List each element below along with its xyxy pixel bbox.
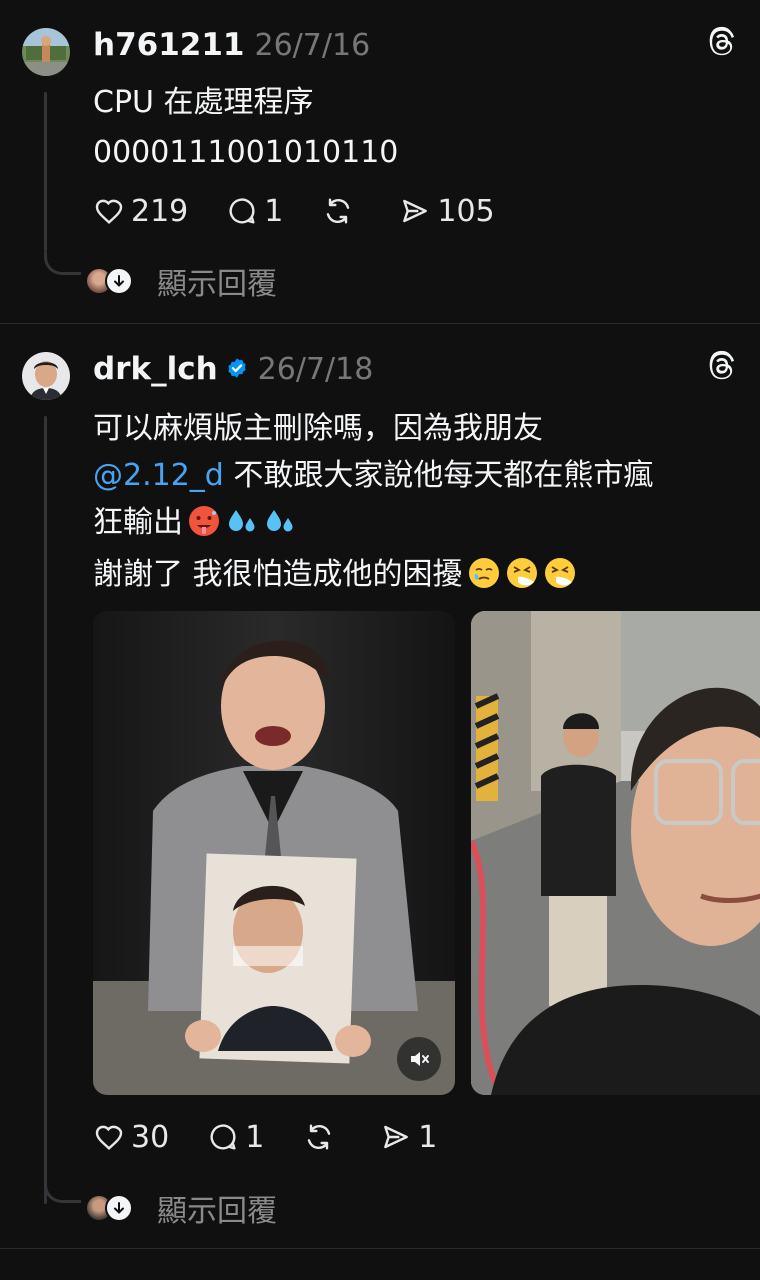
like-count: 219 bbox=[131, 193, 189, 229]
like-button[interactable]: 30 bbox=[93, 1120, 169, 1155]
verified-badge-icon bbox=[227, 357, 246, 378]
send-icon bbox=[403, 199, 428, 223]
post-date: 26/7/18 bbox=[257, 352, 374, 387]
reply-button[interactable]: 1 bbox=[226, 194, 283, 229]
sneezing-face-emoji-icon bbox=[506, 558, 537, 588]
action-bar: 219 1 105 bbox=[93, 191, 533, 231]
post-text-line: @2.12_d 不敢跟大家說他每天都在熊市瘋 bbox=[93, 451, 653, 500]
share-count: 1 bbox=[418, 1119, 438, 1155]
username[interactable]: drk_lch 26/7/18 bbox=[93, 351, 373, 387]
photo-thumbnail[interactable] bbox=[471, 611, 760, 1095]
post-text-line: 狂輸出 bbox=[93, 498, 297, 547]
repost-icon bbox=[327, 198, 350, 224]
reply-button[interactable]: 1 bbox=[207, 1120, 264, 1155]
post-text-line: 可以麻煩版主刪除嗎，因為我朋友 bbox=[93, 411, 543, 446]
show-replies-label[interactable]: 顯示回覆 bbox=[157, 1186, 277, 1230]
thread-curve bbox=[44, 252, 81, 275]
post-text-span: 謝謝了 我很怕造成他的困擾 bbox=[93, 557, 463, 592]
share-button[interactable]: 1 bbox=[380, 1120, 437, 1155]
muted-speaker-icon bbox=[411, 1052, 429, 1066]
reply-count: 1 bbox=[264, 193, 284, 229]
arrow-down-icon bbox=[105, 1194, 133, 1222]
repost-icon bbox=[308, 1124, 331, 1150]
threads-logo-icon[interactable] bbox=[706, 26, 738, 58]
post-text-span: 狂輸出 bbox=[93, 505, 183, 540]
post-text-line: 謝謝了 我很怕造成他的困擾 bbox=[93, 550, 577, 599]
username-text[interactable]: drk_lch bbox=[93, 351, 218, 387]
thread-line bbox=[44, 416, 47, 1204]
divider bbox=[0, 1248, 760, 1249]
show-replies-label[interactable]: 顯示回覆 bbox=[157, 259, 277, 303]
action-bar: 30 1 1 bbox=[93, 1117, 475, 1157]
post-drk-lch: drk_lch 26/7/18 可以麻煩版主刪除嗎，因為我朋友 @2.12_d 不… bbox=[0, 324, 760, 1248]
reply-count: 1 bbox=[245, 1119, 265, 1155]
repost-button[interactable] bbox=[302, 1121, 342, 1153]
post-text-span: 不敢跟大家說他每天都在熊市瘋 bbox=[223, 458, 654, 493]
like-button[interactable]: 219 bbox=[93, 194, 188, 229]
share-count: 105 bbox=[437, 193, 495, 229]
post-date: 26/7/16 bbox=[254, 28, 371, 63]
post-h761211: h761211 26/7/16 CPU 在處理程序 000011100101011… bbox=[0, 0, 760, 322]
face-holding-back-tears-emoji-icon bbox=[468, 558, 499, 588]
username-text[interactable]: h761211 bbox=[93, 27, 245, 63]
repost-button[interactable] bbox=[321, 195, 361, 227]
avatar[interactable] bbox=[22, 352, 70, 400]
sweat-droplets-emoji-icon bbox=[229, 510, 255, 532]
post-text-line: CPU 在處理程序 bbox=[93, 85, 314, 120]
avatar[interactable] bbox=[22, 28, 70, 76]
send-icon bbox=[384, 1125, 409, 1149]
mute-button[interactable] bbox=[397, 1037, 441, 1081]
video-thumbnail[interactable] bbox=[93, 611, 455, 1095]
thread-line bbox=[44, 92, 47, 252]
heart-icon bbox=[95, 199, 123, 224]
sneezing-face-emoji-icon bbox=[544, 558, 575, 588]
arrow-down-icon bbox=[105, 267, 133, 295]
like-count: 30 bbox=[131, 1119, 170, 1155]
sweat-droplets-emoji-icon bbox=[267, 510, 293, 532]
thread-curve bbox=[44, 1180, 81, 1203]
show-replies-button[interactable]: 顯示回覆 bbox=[85, 259, 277, 303]
threads-logo-icon[interactable] bbox=[706, 350, 738, 382]
mention-link[interactable]: @2.12_d bbox=[93, 458, 224, 493]
heart-icon bbox=[95, 1125, 123, 1150]
post-text-line: 0000111001010110 bbox=[93, 135, 399, 170]
share-button[interactable]: 105 bbox=[399, 193, 495, 229]
username[interactable]: h761211 26/7/16 bbox=[93, 27, 370, 63]
hot-face-emoji-icon bbox=[189, 506, 219, 536]
show-replies-button[interactable]: 顯示回覆 bbox=[85, 1186, 277, 1230]
comment-icon bbox=[210, 1124, 236, 1150]
comment-icon bbox=[229, 198, 255, 224]
